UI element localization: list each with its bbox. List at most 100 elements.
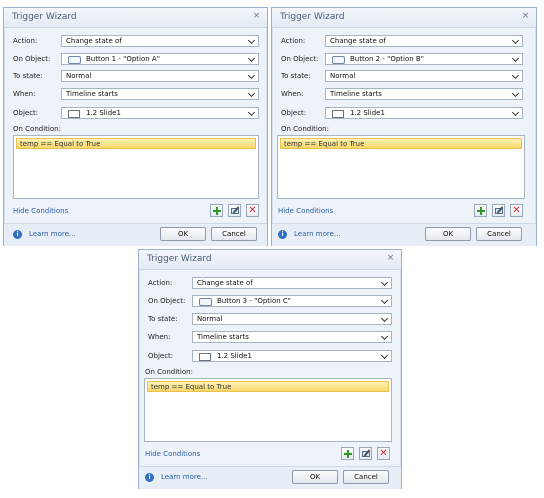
on-object-value: Button 2 - "Option B" — [350, 55, 424, 63]
cancel-button[interactable]: Cancel — [211, 227, 257, 241]
when-value: Timeline starts — [66, 90, 118, 98]
on-condition-label: On Condition: — [13, 125, 61, 133]
ok-button[interactable]: OK — [292, 470, 338, 484]
object-label: Object: — [281, 109, 307, 117]
slide-icon — [332, 110, 344, 118]
to-state-select[interactable]: Normal — [61, 70, 259, 82]
button-object-icon — [68, 56, 81, 64]
chevron-down-icon — [247, 89, 256, 98]
slide-icon — [199, 353, 211, 361]
chevron-down-icon — [380, 332, 389, 341]
object-select[interactable]: 1.2 Slide1 — [192, 350, 392, 362]
condition-list[interactable]: temp == Equal to True — [13, 135, 259, 199]
object-value: 1.2 Slide1 — [217, 352, 252, 360]
to-state-label: To state: — [13, 72, 43, 80]
learn-more-link[interactable]: Learn more... — [294, 230, 341, 238]
to-state-select[interactable]: Normal — [325, 70, 523, 82]
trigger-wizard-dialog-1: Trigger Wizard × Action: Change state of… — [3, 7, 268, 246]
edit-icon[interactable] — [359, 447, 372, 460]
to-state-value: Normal — [66, 72, 92, 80]
add-icon[interactable] — [341, 447, 354, 460]
learn-more-link[interactable]: Learn more... — [29, 230, 76, 238]
ok-button[interactable]: OK — [425, 227, 471, 241]
close-icon[interactable]: × — [385, 253, 396, 264]
trigger-wizard-dialog-3: Trigger Wizard × Action: Change state of… — [138, 249, 402, 489]
chevron-down-icon — [511, 54, 520, 63]
delete-icon[interactable]: ✕ — [246, 204, 259, 217]
close-icon[interactable]: × — [251, 11, 262, 22]
when-label: When: — [148, 333, 171, 341]
cancel-button[interactable]: Cancel — [343, 470, 389, 484]
object-value: 1.2 Slide1 — [86, 109, 121, 117]
dialog-footer: i Learn more... OK Cancel — [4, 223, 267, 246]
chevron-down-icon — [247, 108, 256, 117]
action-label: Action: — [148, 279, 173, 287]
condition-text: temp == Equal to True — [284, 140, 365, 148]
dialog-footer: i Learn more... OK Cancel — [272, 223, 536, 246]
when-value: Timeline starts — [197, 333, 249, 341]
on-object-label: On Object: — [281, 55, 319, 63]
close-icon[interactable]: × — [520, 11, 531, 22]
chevron-down-icon — [380, 314, 389, 323]
to-state-label: To state: — [148, 315, 178, 323]
condition-item[interactable]: temp == Equal to True — [280, 138, 522, 149]
to-state-label: To state: — [281, 72, 311, 80]
ok-button[interactable]: OK — [160, 227, 206, 241]
info-icon: i — [13, 230, 22, 239]
dialog-title: Trigger Wizard — [12, 12, 77, 22]
edit-icon[interactable] — [492, 204, 505, 217]
to-state-value: Normal — [330, 72, 356, 80]
on-object-select[interactable]: Button 2 - "Option B" — [325, 53, 523, 65]
to-state-select[interactable]: Normal — [192, 313, 392, 325]
when-label: When: — [281, 90, 304, 98]
on-object-label: On Object: — [13, 55, 51, 63]
on-object-select[interactable]: Button 3 - "Option C" — [192, 295, 392, 307]
hide-conditions-link[interactable]: Hide Conditions — [145, 450, 200, 458]
when-select[interactable]: Timeline starts — [61, 88, 259, 100]
dialog-title: Trigger Wizard — [147, 254, 212, 264]
add-icon[interactable] — [210, 204, 223, 217]
trigger-wizard-dialog-2: Trigger Wizard × Action: Change state of… — [271, 7, 537, 246]
delete-icon[interactable]: ✕ — [377, 447, 390, 460]
action-value: Change state of — [197, 279, 253, 287]
on-condition-label: On Condition: — [281, 125, 329, 133]
add-icon[interactable] — [474, 204, 487, 217]
when-select[interactable]: Timeline starts — [325, 88, 523, 100]
chevron-down-icon — [511, 36, 520, 45]
when-value: Timeline starts — [330, 90, 382, 98]
action-select[interactable]: Change state of — [325, 35, 523, 47]
action-select[interactable]: Change state of — [192, 277, 392, 289]
object-select[interactable]: 1.2 Slide1 — [61, 107, 259, 119]
action-label: Action: — [281, 37, 306, 45]
condition-item[interactable]: temp == Equal to True — [147, 381, 389, 392]
title-bar: Trigger Wizard × — [272, 8, 536, 28]
button-object-icon — [332, 56, 345, 64]
delete-icon[interactable]: ✕ — [510, 204, 523, 217]
chevron-down-icon — [511, 89, 520, 98]
object-value: 1.2 Slide1 — [350, 109, 385, 117]
hide-conditions-link[interactable]: Hide Conditions — [278, 207, 333, 215]
condition-item[interactable]: temp == Equal to True — [16, 138, 256, 149]
chevron-down-icon — [511, 108, 520, 117]
title-bar: Trigger Wizard × — [139, 250, 401, 270]
condition-list[interactable]: temp == Equal to True — [144, 378, 392, 442]
condition-list[interactable]: temp == Equal to True — [277, 135, 525, 199]
edit-icon[interactable] — [228, 204, 241, 217]
dialog-title: Trigger Wizard — [280, 12, 345, 22]
slide-icon — [68, 110, 80, 118]
object-select[interactable]: 1.2 Slide1 — [325, 107, 523, 119]
learn-more-link[interactable]: Learn more... — [161, 473, 208, 481]
hide-conditions-link[interactable]: Hide Conditions — [13, 207, 68, 215]
object-label: Object: — [13, 109, 39, 117]
button-object-icon — [199, 298, 212, 306]
chevron-down-icon — [380, 278, 389, 287]
cancel-button[interactable]: Cancel — [476, 227, 522, 241]
on-object-value: Button 3 - "Option C" — [217, 297, 292, 305]
on-object-label: On Object: — [148, 297, 186, 305]
when-select[interactable]: Timeline starts — [192, 331, 392, 343]
condition-text: temp == Equal to True — [151, 383, 232, 391]
action-label: Action: — [13, 37, 38, 45]
on-object-select[interactable]: Button 1 - "Option A" — [61, 53, 259, 65]
action-select[interactable]: Change state of — [61, 35, 259, 47]
action-value: Change state of — [66, 37, 122, 45]
